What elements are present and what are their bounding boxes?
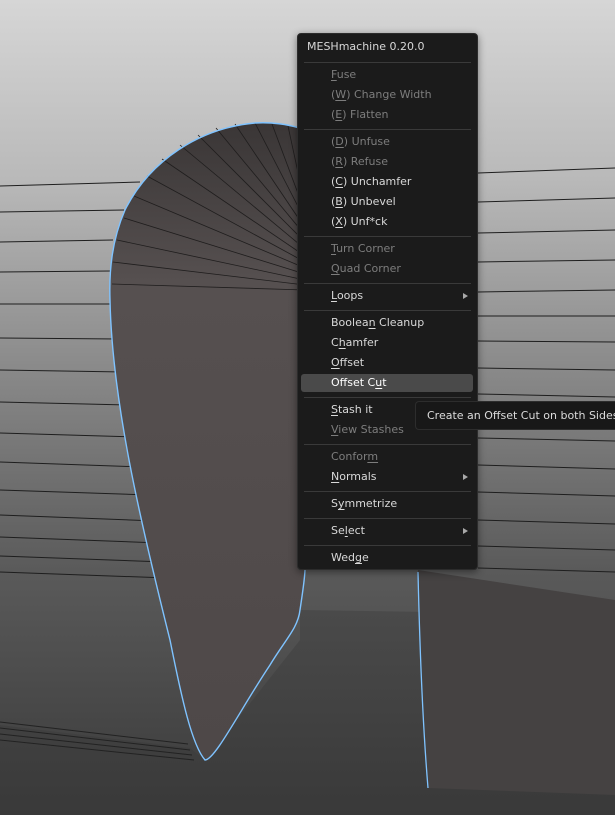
submenu-arrow-icon	[463, 474, 468, 480]
menu-item-chamfer[interactable]: Chamfer	[301, 334, 473, 352]
menu-separator	[304, 129, 471, 130]
menu-item-accelerator-key: N	[331, 470, 340, 483]
menu-item-label-post: ) Refuse	[342, 155, 389, 168]
menu-separator	[304, 545, 471, 546]
menu-item-accelerator-key: C	[335, 175, 343, 188]
menu-item-conform: Conform	[301, 448, 473, 466]
menu-item-symmetrize[interactable]: Symmetrize	[301, 495, 473, 513]
menu-separator	[304, 397, 471, 398]
menu-item-accelerator-key: g	[354, 551, 362, 564]
menu-separator	[304, 62, 471, 63]
menu-item-label-post: uad Corner	[339, 262, 401, 275]
menu-item-w-change-width: (W) Change Width	[301, 86, 473, 104]
menu-item-label-pre: Confor	[331, 450, 368, 463]
menu-item-label-pre: S	[331, 497, 338, 510]
menu-item-label-pre: C	[331, 336, 339, 349]
menu-separator	[304, 491, 471, 492]
meshmachine-menu: MESHmachine 0.20.0 Fuse (W) Change Width (…	[297, 33, 478, 570]
menu-item-accelerator-key: R	[335, 155, 343, 168]
menu-item-accelerator-key: S	[331, 403, 338, 416]
menu-item-d-unfuse: (D) Unfuse	[301, 133, 473, 151]
menu-separator	[304, 283, 471, 284]
menu-item-e-flatten: (E) Flatten	[301, 106, 473, 124]
menu-item-accelerator-key: D	[335, 135, 344, 148]
menu-separator	[304, 236, 471, 237]
menu-item-label-post: iew Stashes	[338, 423, 404, 436]
menu-item-c-unchamfer[interactable]: (C) Unchamfer	[301, 173, 473, 191]
menu-item-label-post: urn Corner	[336, 242, 395, 255]
menu-item-label-post: oops	[336, 289, 364, 302]
menu-item-label-post: ) Unbevel	[342, 195, 396, 208]
menu-item-accelerator-key: W	[335, 88, 347, 101]
menu-item-label-post: ) Unchamfer	[342, 175, 412, 188]
menu-item-label-post: t	[382, 376, 387, 389]
menu-item-offset[interactable]: Offset	[301, 354, 473, 372]
menu-item-accelerator-key: n	[368, 316, 376, 329]
menu-item-label-post: Cleanup	[375, 316, 425, 329]
menu-item-label-post: ) Unfuse	[343, 135, 390, 148]
menu-item-label-pre: Offset C	[331, 376, 376, 389]
menu-item-normals[interactable]: Normals	[301, 468, 473, 486]
submenu-arrow-icon	[463, 528, 468, 534]
menu-item-label-post: ) Flatten	[342, 108, 389, 121]
menu-item-wedge[interactable]: Wedge	[301, 549, 473, 567]
menu-item-label-post: ffset	[339, 356, 365, 369]
menu-item-loops[interactable]: Loops	[301, 287, 473, 305]
menu-title: MESHmachine 0.20.0	[307, 40, 425, 53]
menu-item-offset-cut[interactable]: Offset Cut	[301, 374, 473, 392]
right-slab	[418, 570, 615, 795]
menu-separator	[304, 444, 471, 445]
menu-item-accelerator-key: B	[335, 195, 343, 208]
menu-item-accelerator-key: h	[338, 336, 346, 349]
menu-item-x-unf-ck[interactable]: (X) Unf*ck	[301, 213, 473, 231]
menu-item-r-refuse: (R) Refuse	[301, 153, 473, 171]
menu-item-label-post: ect	[347, 524, 365, 537]
menu-item-quad-corner: Quad Corner	[301, 260, 473, 278]
menu-item-label-pre: Se	[331, 524, 345, 537]
menu-item-label-pre: Boolea	[331, 316, 369, 329]
menu-item-label-post: amfer	[345, 336, 379, 349]
menu-item-label-post: ) Unf*ck	[342, 215, 388, 228]
menu-item-b-unbevel[interactable]: (B) Unbevel	[301, 193, 473, 211]
menu-separator	[304, 310, 471, 311]
menu-item-accelerator-key: Q	[331, 262, 340, 275]
menu-item-accelerator-key: m	[367, 450, 379, 463]
menu-item-label-post: tash it	[337, 403, 373, 416]
menu-item-label-post: e	[361, 551, 369, 564]
menu-item-accelerator-key: O	[331, 356, 340, 369]
submenu-arrow-icon	[463, 293, 468, 299]
tooltip-text: Create an Offset Cut on both Sides of an…	[427, 409, 615, 422]
menu-separator	[304, 518, 471, 519]
menu-item-boolean-cleanup[interactable]: Boolean Cleanup	[301, 314, 473, 332]
menu-item-label-post: ) Change Width	[346, 88, 432, 101]
menu-item-turn-corner: Turn Corner	[301, 240, 473, 258]
menu-item-label-post: ormals	[339, 470, 377, 483]
menu-item-fuse: Fuse	[301, 66, 473, 84]
menu-item-label-post: mmetrize	[344, 497, 398, 510]
menu-item-label-post: use	[336, 68, 357, 81]
tooltip: Create an Offset Cut on both Sides of an…	[415, 401, 615, 430]
menu-item-select[interactable]: Select	[301, 522, 473, 540]
menu-item-accelerator-key: X	[335, 215, 343, 228]
menu-item-label-pre: Wed	[331, 551, 355, 564]
